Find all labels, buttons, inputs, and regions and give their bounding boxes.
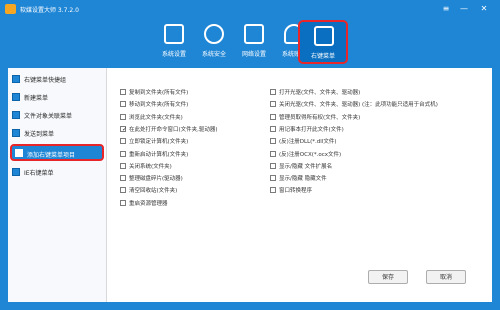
sidebar: 右键菜单快捷组 新建菜单 文件对象关联菜单 发送到菜单 添加右键菜单项目 IE右… [8,68,107,302]
window-title: 软媒设置大师 3.7.2.0 [20,7,79,14]
main-toolbar: 系统设置 系统安全 网络设置 系统账户 右键菜单 [0,18,500,68]
checkbox[interactable] [120,199,126,206]
menu-item-icon [12,111,20,119]
option-checkbox-row[interactable]: 移动到文件夹(所有文件) [120,100,265,109]
sidebar-item-send-to[interactable]: 发送到菜单 [8,126,106,140]
checkbox[interactable] [120,138,126,145]
option-label: 整理磁盘碎片(驱动器) [129,176,183,183]
cancel-button[interactable]: 取消 [426,270,466,284]
option-checkbox-row[interactable]: 窗口转换程序 [270,186,490,195]
toolbar-label: 右键菜单 [310,53,335,60]
option-label: 浏览此文件夹(文件夹) [129,114,183,121]
option-checkbox-row[interactable]: 用记事本打开此文件(文件) [270,125,490,134]
option-label: 移动到文件夹(所有文件) [129,102,189,109]
option-label: 关闭光驱(文件、文件夹、驱动器) (注：此项功能只适用于台式机) [279,102,438,109]
option-checkbox-row[interactable]: (反)注册OCX(*.ocx文件) [270,150,490,159]
sidebar-item-label: IE右键菜单 [24,170,54,177]
network-icon [244,24,264,44]
checkbox[interactable] [270,150,276,157]
sidebar-item-new-menu[interactable]: 新建菜单 [8,90,106,104]
option-label: 管理员取得所有权(文件、文件夹) [279,114,361,121]
option-checkbox-row[interactable]: 复制到文件夹(所有文件) [120,88,265,97]
content-panel: 右键菜单快捷组 新建菜单 文件对象关联菜单 发送到菜单 添加右键菜单项目 IE右… [8,68,492,302]
menu-item-icon [12,129,20,137]
checkbox[interactable] [270,89,276,95]
option-checkbox-row[interactable]: 立即锁定计算机(文件夹) [120,137,265,146]
sidebar-item-label: 发送到菜单 [24,131,55,138]
option-checkbox-row[interactable]: 显示/隐藏 文件扩展名 [270,162,490,171]
close-button[interactable]: ✕ [478,3,490,15]
checkbox[interactable] [120,113,126,120]
option-label: (反)注册DLL(*.dll文件) [279,139,337,146]
checkbox[interactable] [270,113,276,120]
menu-item-icon [12,93,20,101]
sidebar-item-ie-menu[interactable]: IE右键菜单 [8,165,106,179]
app-logo-icon [5,4,16,14]
system-settings-icon [164,24,184,44]
option-label: 用记事本打开此文件(文件) [279,126,344,133]
option-checkbox-row[interactable]: 重新启动计算机(文件夹) [120,150,265,159]
sidebar-item-label: 右键菜单快捷组 [24,77,67,84]
context-menu-icon [314,26,334,46]
sidebar-item-label: 新建菜单 [24,95,49,102]
toolbar-context-menu[interactable]: 右键菜单 [298,20,348,64]
checkbox[interactable] [120,175,126,182]
checkbox[interactable] [120,187,126,194]
option-checkbox-row[interactable]: ✓ 在此处打开命令窗口(文件夹,驱动器) [120,125,265,134]
option-checkbox-row[interactable]: 清空回收站(文件夹) [120,186,265,195]
checkbox[interactable] [120,162,126,169]
checkbox[interactable] [270,187,276,194]
status-bar [0,302,500,310]
option-label: 在此处打开命令窗口(文件夹,驱动器) [129,126,218,133]
save-button[interactable]: 保存 [368,270,408,284]
shield-icon [204,24,224,44]
checkbox[interactable]: ✓ [120,125,128,133]
sidebar-item-context-groups[interactable]: 右键菜单快捷组 [8,72,106,86]
minimize-button[interactable]: — [458,3,470,15]
menu-item-icon [12,75,20,83]
option-label: 关闭系统(文件夹) [129,163,172,170]
option-label: 重启资源管理器 [129,200,168,207]
option-label: 打开光驱(文件、文件夹、驱动器) [279,90,361,96]
option-label: 窗口转换程序 [279,188,313,195]
checkbox[interactable] [270,101,276,108]
title-bar: 软媒设置大师 3.7.2.0 ≡ — ✕ [0,0,500,18]
app-window: 软媒设置大师 3.7.2.0 ≡ — ✕ 系统设置 系统安全 网络设置 系统账户… [0,0,500,310]
option-label: (反)注册OCX(*.ocx文件) [279,151,342,158]
option-label: 显示/隐藏 隐藏文件 [279,176,327,183]
checkmark-icon: ✓ [122,125,128,133]
option-label: 立即锁定计算机(文件夹) [129,139,189,146]
sidebar-item-file-association[interactable]: 文件对象关联菜单 [8,108,106,122]
option-checkbox-row[interactable]: 打开光驱(文件、文件夹、驱动器) [270,88,490,97]
option-checkbox-row[interactable]: 关闭系统(文件夹) [120,162,265,171]
option-checkbox-row[interactable]: 显示/隐藏 隐藏文件 [270,174,490,183]
checkbox[interactable] [270,175,276,182]
option-checkbox-row[interactable]: 关闭光驱(文件、文件夹、驱动器) (注：此项功能只适用于台式机) [270,100,490,109]
option-checkbox-row[interactable]: 整理磁盘碎片(驱动器) [120,174,265,183]
option-label: 重新启动计算机(文件夹) [129,151,189,158]
sidebar-item-add-context-item[interactable]: 添加右键菜单项目 [10,144,104,161]
option-checkbox-row[interactable]: 管理员取得所有权(文件、文件夹) [270,113,490,122]
sidebar-item-label: 文件对象关联菜单 [24,113,73,120]
menu-item-icon [12,168,20,176]
checkbox[interactable] [120,89,126,95]
checkbox[interactable] [120,101,126,108]
menu-icon[interactable]: ≡ [440,3,452,15]
option-checkbox-row[interactable]: 重启资源管理器 [120,199,265,208]
checkbox[interactable] [270,125,276,132]
option-checkbox-row[interactable]: 浏览此文件夹(文件夹) [120,113,265,122]
option-checkbox-row[interactable]: (反)注册DLL(*.dll文件) [270,137,490,146]
option-label: 复制到文件夹(所有文件) [129,90,189,96]
option-label: 显示/隐藏 文件扩展名 [279,163,333,170]
sidebar-item-label: 添加右键菜单项目 [27,152,76,159]
option-label: 清空回收站(文件夹) [129,188,178,195]
menu-item-icon [15,149,23,157]
checkbox[interactable] [270,162,276,169]
checkbox[interactable] [120,150,126,157]
checkbox[interactable] [270,138,276,145]
